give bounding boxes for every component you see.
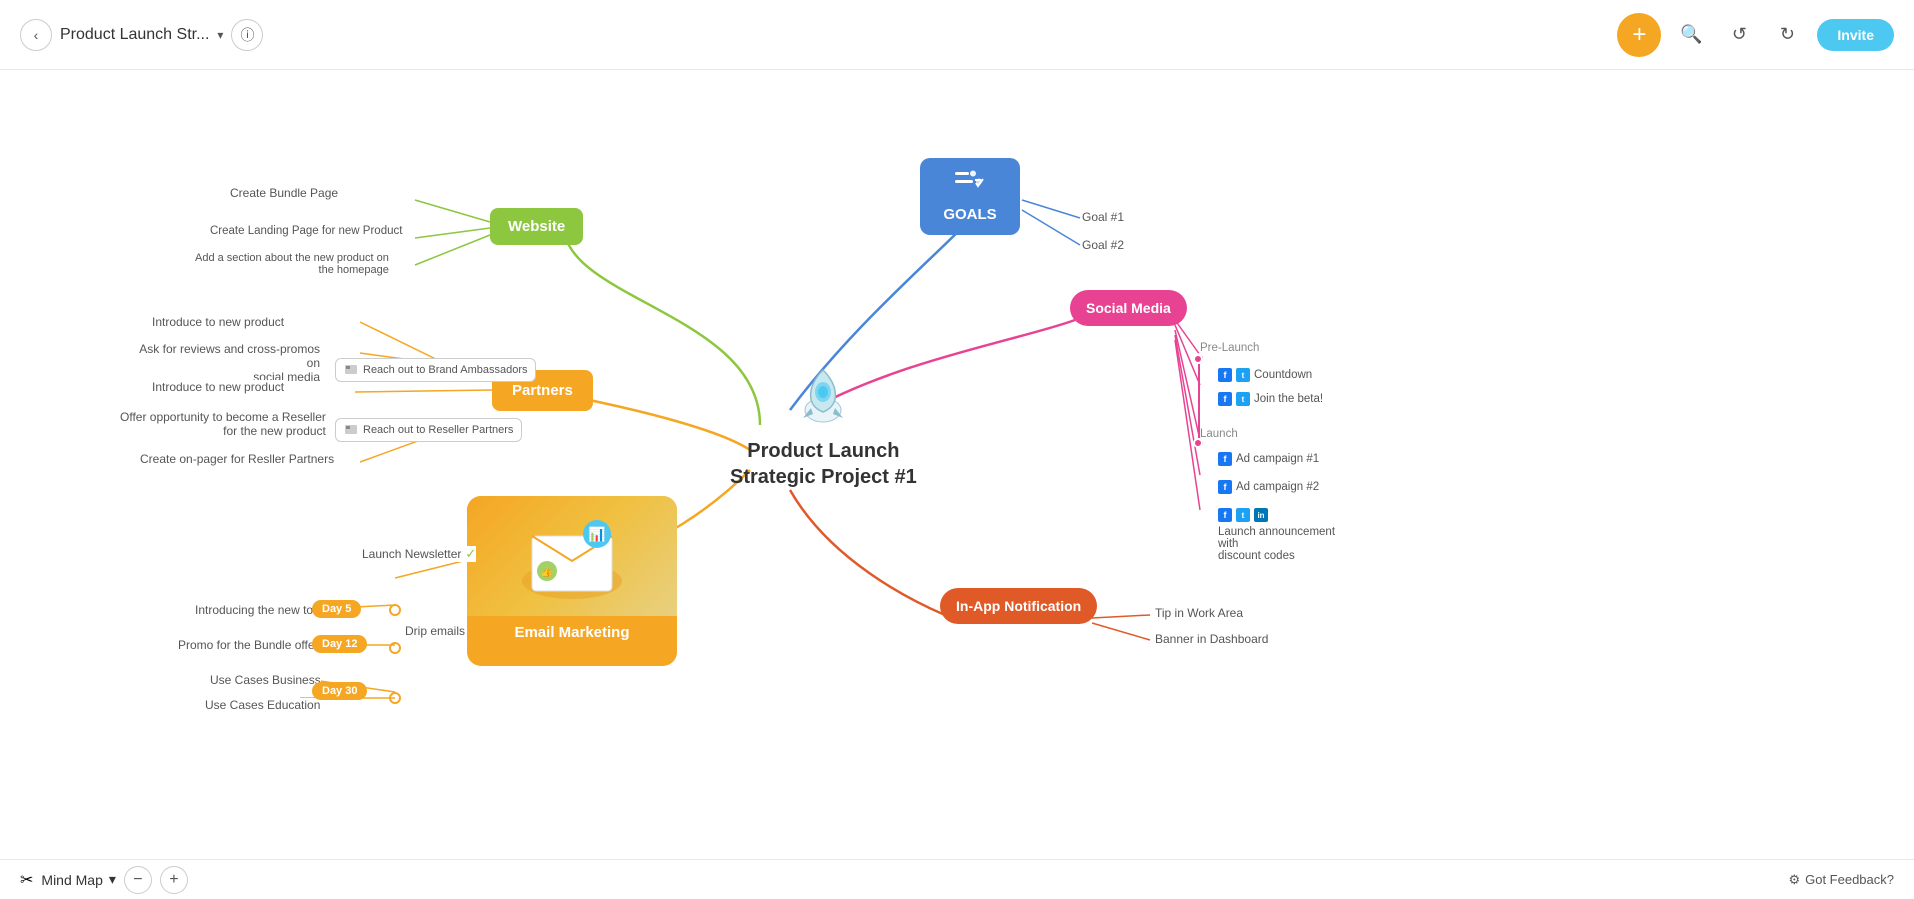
search-button[interactable]: 🔍 xyxy=(1673,17,1709,53)
dropdown-arrow-icon[interactable]: ▾ xyxy=(217,28,223,42)
partners-brand-box: Reach out to Brand Ambassadors xyxy=(335,358,536,382)
email-promo-bundle: Promo for the Bundle offer xyxy=(178,638,319,652)
social-item-ad1: f Ad campaign #1 xyxy=(1218,452,1319,466)
inapp-banner: Banner in Dashboard xyxy=(1155,632,1268,646)
scissors-icon: ✂ xyxy=(20,870,33,890)
website-node[interactable]: Website xyxy=(490,208,583,245)
social-dot-1 xyxy=(1193,354,1203,364)
facebook-icon-3: f xyxy=(1218,452,1232,466)
linkedin-icon: in xyxy=(1254,508,1268,522)
website-child-1: Create Bundle Page xyxy=(230,186,338,200)
social-item-beta: f t Join the beta! xyxy=(1218,392,1323,406)
twitter-icon-3: t xyxy=(1236,508,1250,522)
website-child-2: Create Landing Page for new Product xyxy=(210,225,402,237)
mindmap-label-text: Mind Map xyxy=(41,872,102,888)
email-use-cases-edu: Use Cases Education xyxy=(205,698,320,712)
partners-intro-2: Introduce to new product xyxy=(152,380,284,394)
topbar: ‹ Product Launch Str... ▾ ⓘ + 🔍 ↺ ↻ Invi… xyxy=(0,0,1914,70)
social-section-launch: Launch xyxy=(1200,428,1238,440)
email-use-cases-biz: Use Cases Business xyxy=(210,673,321,687)
zoom-out-button[interactable]: − xyxy=(124,866,152,894)
zoom-in-button[interactable]: + xyxy=(160,866,188,894)
social-label: Social Media xyxy=(1086,300,1171,316)
social-vertical-line xyxy=(1198,364,1200,438)
day-12-badge: Day 12 xyxy=(312,635,367,653)
partners-reseller-opp: Offer opportunity to become a Resellerfo… xyxy=(120,410,326,438)
social-media-node[interactable]: Social Media xyxy=(1070,290,1187,326)
email-label: Email Marketing xyxy=(467,616,677,649)
partners-reviews: Ask for reviews and cross-promos onsocia… xyxy=(130,342,320,384)
facebook-icon: f xyxy=(1218,368,1232,382)
back-button[interactable]: ‹ xyxy=(20,19,52,51)
mindmap-dropdown-icon: ▾ xyxy=(109,871,116,888)
partners-label: Partners xyxy=(512,382,573,399)
goals-label: GOALS xyxy=(943,206,996,223)
email-node-image: 📊 👍 xyxy=(467,496,677,616)
project-title[interactable]: Product Launch Str... xyxy=(60,26,209,44)
partners-onpager: Create on-pager for Resller Partners xyxy=(140,452,334,466)
goals-child-2: Goal #2 xyxy=(1082,238,1124,252)
canvas: Product Launch Strategic Project #1 Webs… xyxy=(0,70,1914,859)
twitter-icon: t xyxy=(1236,368,1250,382)
inapp-notification-node[interactable]: In-App Notification xyxy=(940,588,1097,624)
social-item-launch-announce: f t in Launch announcement withdiscount … xyxy=(1218,508,1378,562)
email-drip-label: Drip emails xyxy=(405,624,465,638)
topbar-right: + 🔍 ↺ ↻ Invite xyxy=(1617,13,1894,57)
topbar-left: ‹ Product Launch Str... ▾ ⓘ xyxy=(20,19,263,51)
bottombar: ✂ Mind Map ▾ − + ⚙ Got Feedback? xyxy=(0,859,1914,899)
email-launch-newsletter: Launch Newsletter ✓ xyxy=(362,546,476,562)
social-item-countdown: f t Countdown xyxy=(1218,368,1312,382)
rocket-icon xyxy=(793,360,853,430)
social-dot-2 xyxy=(1193,438,1203,448)
goals-child-1: Goal #1 xyxy=(1082,210,1124,224)
email-marketing-node[interactable]: 📊 👍 Email Marketing xyxy=(467,496,677,666)
social-item-ad2: f Ad campaign #2 xyxy=(1218,480,1319,494)
redo-button[interactable]: ↻ xyxy=(1769,17,1805,53)
feedback-button[interactable]: ⚙ Got Feedback? xyxy=(1788,872,1894,888)
inapp-tip: Tip in Work Area xyxy=(1155,606,1243,620)
goals-node[interactable]: GOALS xyxy=(920,158,1020,235)
facebook-icon-4: f xyxy=(1218,480,1232,494)
bottombar-left: ✂ Mind Map ▾ − + xyxy=(20,866,188,894)
website-label: Website xyxy=(508,218,565,235)
inapp-label: In-App Notification xyxy=(956,598,1081,614)
day-5-badge: Day 5 xyxy=(312,600,361,618)
facebook-icon-5: f xyxy=(1218,508,1232,522)
undo-button[interactable]: ↺ xyxy=(1721,17,1757,53)
twitter-icon-2: t xyxy=(1236,392,1250,406)
svg-text:📊: 📊 xyxy=(588,526,605,543)
add-button[interactable]: + xyxy=(1617,13,1661,57)
social-section-prelaunch: Pre-Launch xyxy=(1200,342,1259,354)
facebook-icon-2: f xyxy=(1218,392,1232,406)
svg-text:👍: 👍 xyxy=(541,565,553,578)
partners-reseller-box: Reach out to Reseller Partners xyxy=(335,418,522,442)
partners-intro-1: Introduce to new product xyxy=(152,315,284,329)
website-child-3: Add a section about the new product onth… xyxy=(195,252,389,276)
email-intro-tool: Introducing the new tool xyxy=(195,603,322,617)
info-button[interactable]: ⓘ xyxy=(231,19,263,51)
day-30-badge: Day 30 xyxy=(312,682,367,700)
feedback-label: Got Feedback? xyxy=(1805,872,1894,887)
mindmap-mode-label[interactable]: Mind Map ▾ xyxy=(41,871,116,888)
central-title: Product Launch Strategic Project #1 xyxy=(730,438,917,490)
goals-icon xyxy=(955,170,985,202)
invite-button[interactable]: Invite xyxy=(1817,19,1894,51)
feedback-icon: ⚙ xyxy=(1788,872,1800,888)
central-node: Product Launch Strategic Project #1 xyxy=(730,360,917,490)
